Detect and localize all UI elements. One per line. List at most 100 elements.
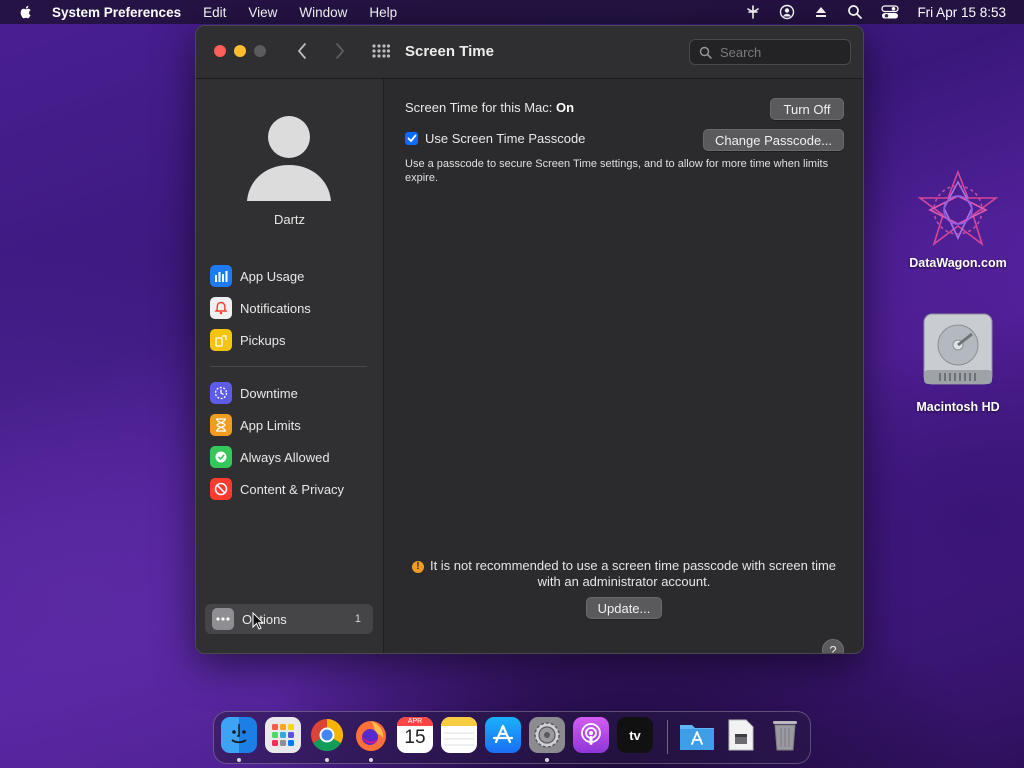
passcode-label: Use Screen Time Passcode [425,131,586,146]
app-usage-icon [210,265,232,287]
notifications-icon [210,297,232,319]
datawagon-logo-icon [917,169,999,247]
sidebar-item-label: Pickups [240,332,286,348]
menu-bar: System Preferences Edit View Window Help… [0,0,1024,24]
calendar-day: 15 [404,727,426,748]
passcode-description: Use a passcode to secure Screen Time set… [405,158,829,184]
passcode-checkbox[interactable] [405,132,418,145]
dock-trash[interactable] [767,717,803,753]
menu-app-name[interactable]: System Preferences [52,5,181,20]
sidebar-item-always-allowed[interactable]: Always Allowed [210,444,330,470]
dock-apple-tv[interactable]: tv [617,717,653,753]
applications-folder-icon [680,725,714,750]
sidebar-item-label: Downtime [240,385,298,401]
menu-help[interactable]: Help [369,5,397,20]
dock: APR 15 tv [213,711,811,764]
sidebar-item-label: Always Allowed [240,449,330,465]
change-passcode-button[interactable]: Change Passcode... [703,129,844,151]
calendar-month: APR [397,717,433,726]
search-input[interactable] [718,43,842,61]
username: Dartz [273,212,306,227]
back-arrow-icon[interactable] [296,42,308,60]
spotlight-search-icon[interactable] [847,4,863,20]
sidebar-item-pickups[interactable]: Pickups [210,327,286,353]
eject-icon[interactable] [813,4,829,20]
dock-preview[interactable] [723,717,759,753]
finder-icon [231,724,247,744]
close-button[interactable] [214,45,226,57]
mouse-cursor-icon [252,612,264,630]
chrome-icon [311,718,344,752]
menu-edit[interactable]: Edit [203,5,226,20]
desktop-icon-datawagon[interactable]: DataWagon.com [903,168,1013,270]
warning-text: It is not recommended to use a screen ti… [429,558,837,589]
hard-drive-icon [923,313,993,385]
dock-app-store[interactable] [485,717,521,753]
dock-chrome[interactable] [309,717,345,753]
sidebar: Dartz App Usage Notifications Pickups Do… [196,79,384,653]
menu-window[interactable]: Window [299,5,347,20]
options-button[interactable]: Options 1 [205,604,373,634]
zoom-button[interactable] [254,45,266,57]
options-badge: 1 [354,613,361,625]
dock-firefox[interactable] [353,717,389,753]
running-indicator [369,758,373,762]
screen-time-window: Screen Time Dartz App Usage Notificatio [195,25,864,654]
downtime-icon [210,382,232,404]
gear-icon [534,722,560,748]
dock-finder[interactable] [221,717,257,753]
apple-tv-icon: tv [629,727,641,743]
window-title: Screen Time [405,43,494,60]
content-privacy-icon [210,478,232,500]
sidebar-item-label: Notifications [240,300,311,316]
warning-icon: ! [411,561,424,573]
sidebar-item-label: Content & Privacy [240,481,345,497]
control-center-icon[interactable] [881,4,900,20]
dock-calendar[interactable]: APR 15 [397,717,433,753]
screen-time-status-icon[interactable] [745,4,761,20]
minimize-button[interactable] [234,45,246,57]
desktop-icon-label: DataWagon.com [909,256,1007,270]
forward-arrow-icon[interactable] [334,42,346,60]
show-all-grid-icon[interactable] [372,44,390,58]
sidebar-divider [210,366,367,367]
turn-off-button[interactable]: Turn Off [770,98,844,120]
desktop-icon-macintosh-hd[interactable]: Macintosh HD [903,310,1013,414]
dock-podcasts[interactable] [573,717,609,753]
apple-menu-icon[interactable] [18,4,34,20]
sidebar-item-app-limits[interactable]: App Limits [210,412,301,438]
app-store-icon [492,724,514,744]
notes-icon [441,717,477,746]
screen-time-status: Screen Time for this Mac: On [405,100,574,115]
admin-warning: ! It is not recommended to use a screen t… [404,558,844,590]
search-icon [699,46,712,59]
dock-applications-folder[interactable] [679,717,715,753]
pickups-icon [210,329,232,351]
dock-system-preferences[interactable] [529,717,565,753]
podcasts-icon [581,723,601,745]
sidebar-item-content-privacy[interactable]: Content & Privacy [210,476,344,502]
dock-notes[interactable] [441,717,477,753]
options-label: Options [242,611,287,627]
running-indicator [237,758,241,762]
sidebar-item-downtime[interactable]: Downtime [210,380,298,406]
dock-separator [667,720,668,754]
status-label: Screen Time for this Mac: [405,100,553,115]
update-button[interactable]: Update... [586,597,662,619]
sidebar-item-notifications[interactable]: Notifications [210,295,311,321]
running-indicator [325,758,329,762]
search-field[interactable] [689,39,851,65]
user-avatar-icon[interactable] [247,115,331,201]
status-value: On [556,100,575,115]
help-button[interactable]: ? [822,639,844,653]
more-options-icon [212,608,234,630]
menu-clock[interactable]: Fri Apr 15 8:53 [917,5,1006,20]
firefox-icon [356,721,386,751]
menu-view[interactable]: View [248,5,277,20]
user-account-icon[interactable] [779,4,795,20]
dock-launchpad[interactable] [265,717,301,753]
passcode-checkbox-row[interactable]: Use Screen Time Passcode [405,131,585,146]
app-limits-icon [210,414,232,436]
sidebar-item-app-usage[interactable]: App Usage [210,263,304,289]
window-titlebar: Screen Time [196,26,863,79]
